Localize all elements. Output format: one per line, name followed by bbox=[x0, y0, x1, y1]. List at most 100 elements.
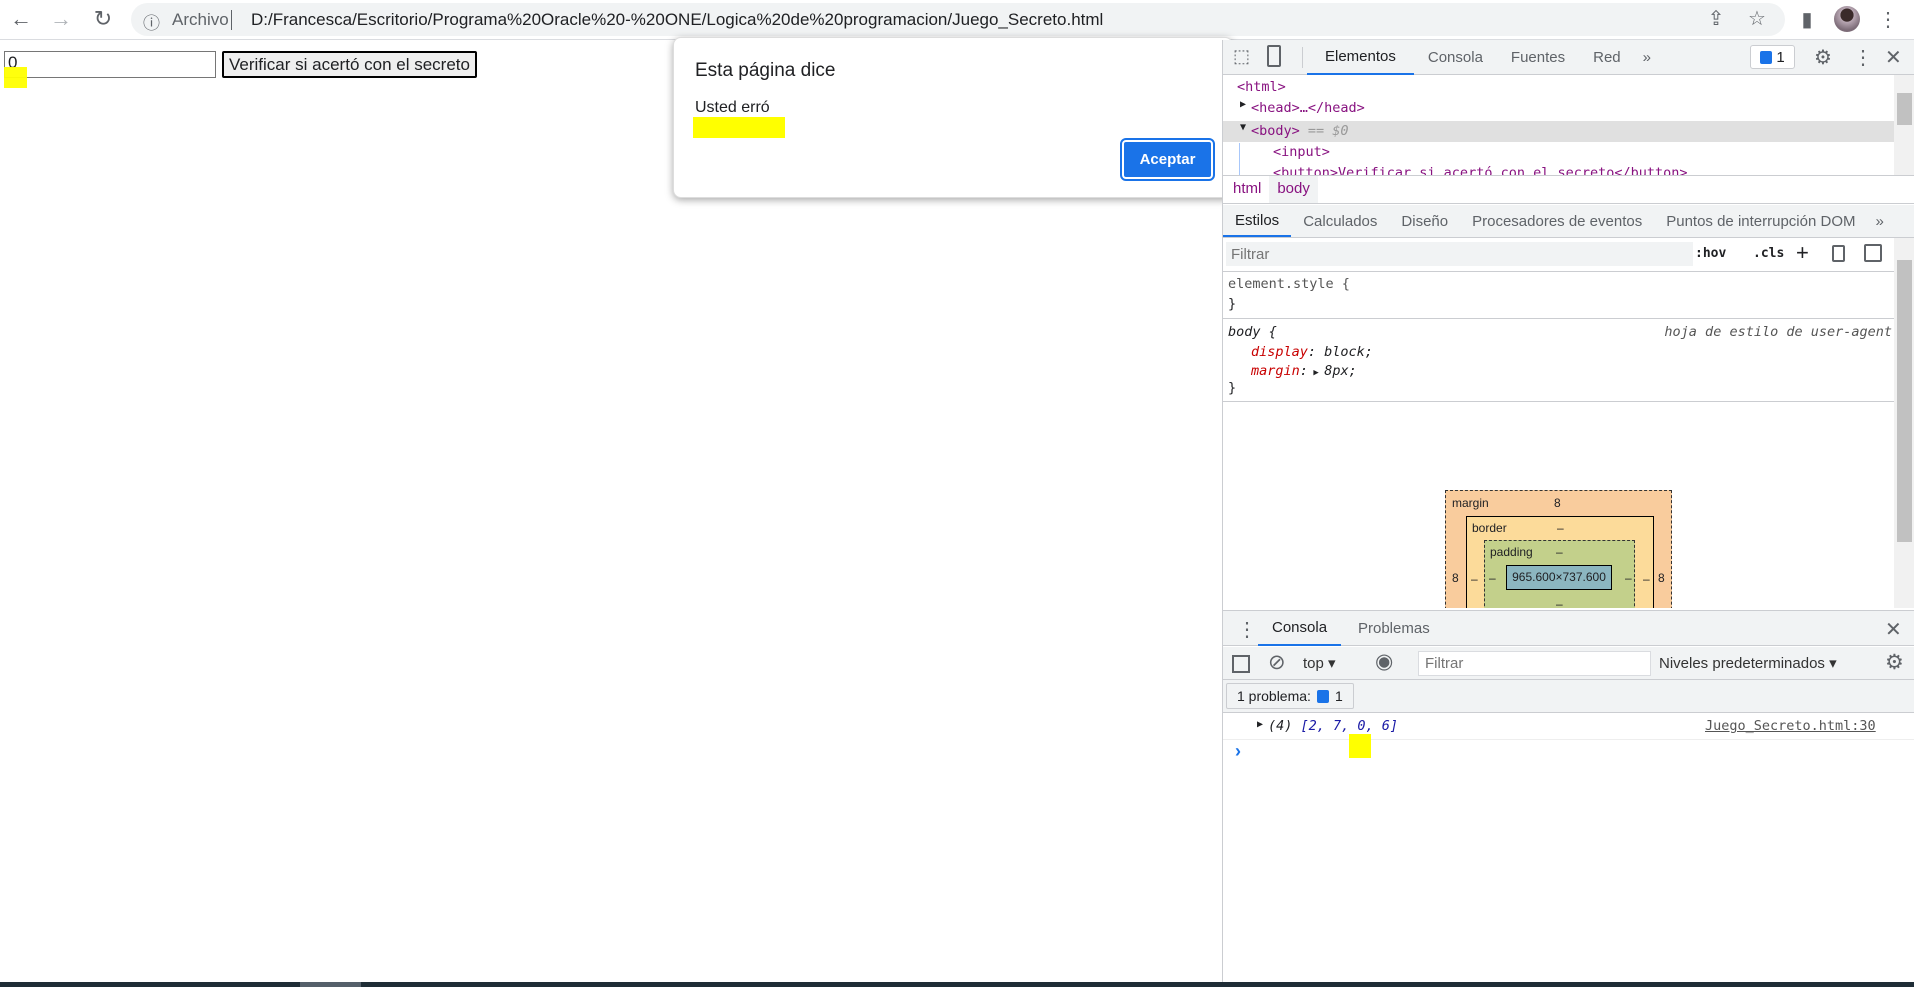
console-log-row: ▶ (4) [2, 7, 0, 6] Juego_Secreto.html:30 bbox=[1223, 714, 1914, 740]
close-drawer-icon[interactable]: ✕ bbox=[1885, 617, 1902, 642]
padding-bottom-value[interactable]: – bbox=[1556, 597, 1563, 608]
dom-node-input[interactable]: <input> bbox=[1273, 144, 1330, 160]
console-sidebar-icon[interactable] bbox=[1232, 655, 1250, 673]
styles-scrollbar[interactable] bbox=[1894, 238, 1914, 608]
cls-button[interactable]: .cls bbox=[1753, 246, 1784, 261]
log-levels-dropdown[interactable]: Niveles predeterminados ▾ bbox=[1659, 654, 1837, 672]
menu-icon[interactable]: ⋮ bbox=[1874, 6, 1902, 34]
security-label: Archivo bbox=[172, 10, 229, 29]
paint-icon[interactable] bbox=[1832, 245, 1845, 262]
border-left-value[interactable]: – bbox=[1471, 572, 1478, 586]
element-style-rule[interactable]: element.style { bbox=[1228, 276, 1350, 292]
collapse-triangle-icon[interactable]: ▼ bbox=[1240, 122, 1246, 133]
display-declaration[interactable]: display: block; bbox=[1251, 344, 1373, 360]
taskbar-strip bbox=[0, 982, 1914, 987]
settings-gear-icon[interactable]: ⚙ bbox=[1814, 45, 1832, 70]
browser-toolbar: ← → ↻ ⓘ Archivo D:/Francesca/Escritorio/… bbox=[0, 0, 1914, 40]
border-label: border bbox=[1472, 521, 1507, 535]
issues-count: 1 bbox=[1776, 48, 1785, 66]
verify-button[interactable]: Verificar si acertó con el secreto bbox=[222, 51, 477, 78]
margin-right-value[interactable]: 8 bbox=[1658, 571, 1665, 585]
box-model-margin[interactable]: margin 8 8 8 8 border – – – – padding – … bbox=[1445, 490, 1672, 608]
live-expression-eye-icon[interactable]: ◉ bbox=[1375, 649, 1393, 674]
tab-diseno[interactable]: Diseño bbox=[1389, 205, 1460, 237]
drawer-tab-problemas[interactable]: Problemas bbox=[1346, 611, 1442, 646]
more-tabs-button[interactable]: » bbox=[1635, 40, 1659, 75]
padding-left-value[interactable]: – bbox=[1489, 571, 1496, 585]
hov-button[interactable]: :hov bbox=[1695, 246, 1726, 261]
back-button[interactable]: ← bbox=[6, 6, 36, 32]
avatar[interactable] bbox=[1834, 6, 1860, 32]
log-array[interactable]: (4) [2, 7, 0, 6] bbox=[1268, 718, 1398, 734]
expand-triangle-icon[interactable]: ▶ bbox=[1240, 99, 1246, 110]
star-icon[interactable]: ☆ bbox=[1743, 5, 1771, 33]
box-model-padding[interactable]: padding – – – – 965.600×737.600 bbox=[1484, 540, 1635, 608]
expand-triangle-icon[interactable]: ▶ bbox=[1257, 719, 1263, 730]
tab-elementos[interactable]: Elementos bbox=[1307, 40, 1414, 75]
share-icon[interactable]: ⇪ bbox=[1702, 5, 1730, 33]
dom-node-head[interactable]: <head>…</head> bbox=[1251, 100, 1365, 116]
margin-top-value[interactable]: 8 bbox=[1554, 496, 1561, 510]
url-text[interactable]: D:/Francesca/Escritorio/Programa%20Oracl… bbox=[251, 10, 1103, 30]
margin-left-value[interactable]: 8 bbox=[1452, 571, 1459, 585]
dom-node-body[interactable]: <body> == $0 bbox=[1251, 123, 1349, 139]
accept-button[interactable]: Aceptar bbox=[1120, 138, 1215, 181]
tab-procesadores[interactable]: Procesadores de eventos bbox=[1460, 205, 1654, 237]
dom-tree: <html> ▶ <head>…</head> ▼ <body> == $0 <… bbox=[1223, 75, 1894, 175]
close-devtools-icon[interactable]: ✕ bbox=[1885, 45, 1902, 70]
forward-button[interactable]: → bbox=[46, 6, 76, 32]
message-icon bbox=[1760, 50, 1773, 64]
padding-right-value[interactable]: – bbox=[1625, 571, 1632, 585]
dom-scrollbar[interactable] bbox=[1894, 75, 1914, 175]
margin-declaration[interactable]: margin: ▶ 8px; bbox=[1251, 363, 1357, 379]
rule-origin: hoja de estilo de user-agent bbox=[1664, 324, 1892, 340]
tab-red[interactable]: Red bbox=[1579, 40, 1635, 75]
reload-button[interactable]: ↻ bbox=[88, 6, 118, 32]
log-source-link[interactable]: Juego_Secreto.html:30 bbox=[1705, 718, 1876, 734]
number-input[interactable]: 0 bbox=[4, 51, 216, 78]
tab-fuentes[interactable]: Fuentes bbox=[1497, 40, 1579, 75]
styles-tabbar: Estilos Calculados Diseño Procesadores d… bbox=[1223, 205, 1914, 238]
console-filter-input[interactable] bbox=[1418, 651, 1651, 676]
highlight-mark bbox=[693, 117, 785, 138]
box-model-border[interactable]: border – – – – padding – – – – 965.600×7… bbox=[1466, 516, 1654, 608]
new-rule-icon[interactable]: + bbox=[1796, 240, 1809, 266]
drawer-menu-icon[interactable]: ⋮ bbox=[1237, 617, 1257, 642]
more-tabs-button[interactable]: » bbox=[1867, 205, 1891, 237]
clear-console-icon[interactable]: ⊘ bbox=[1268, 650, 1286, 675]
problems-row: 1 problema: 1 bbox=[1223, 680, 1914, 713]
console-prompt[interactable]: › bbox=[1235, 741, 1241, 762]
device-toolbar-icon[interactable] bbox=[1267, 45, 1281, 67]
address-bar[interactable]: ⓘ Archivo D:/Francesca/Escritorio/Progra… bbox=[131, 3, 1785, 36]
more-options-icon[interactable]: ⋮ bbox=[1853, 45, 1873, 70]
drawer-tab-consola[interactable]: Consola bbox=[1258, 611, 1342, 646]
body-selector[interactable]: body { bbox=[1228, 324, 1277, 340]
margin-label: margin bbox=[1452, 496, 1489, 510]
tab-estilos[interactable]: Estilos bbox=[1223, 205, 1292, 237]
devtools-panel: ⬚ Elementos Consola Fuentes Red » 1 ⚙ ⋮ … bbox=[1222, 40, 1914, 982]
highlight-mark bbox=[4, 67, 27, 88]
problems-button[interactable]: 1 problema: 1 bbox=[1226, 683, 1354, 709]
info-icon[interactable]: ⓘ bbox=[143, 9, 160, 34]
border-top-value[interactable]: – bbox=[1557, 521, 1564, 535]
breadcrumb-html[interactable]: html bbox=[1223, 176, 1269, 203]
padding-top-value[interactable]: – bbox=[1556, 545, 1563, 559]
tab-calculados[interactable]: Calculados bbox=[1291, 205, 1389, 237]
message-icon bbox=[1316, 689, 1329, 703]
border-right-value[interactable]: – bbox=[1643, 572, 1650, 586]
toggle-sidebar-icon[interactable] bbox=[1864, 244, 1882, 262]
side-panel-icon[interactable]: ▮ bbox=[1793, 6, 1821, 34]
console-settings-gear-icon[interactable]: ⚙ bbox=[1885, 650, 1904, 675]
dialog-title: Esta página dice bbox=[695, 60, 836, 81]
styles-filter-input[interactable] bbox=[1226, 242, 1693, 266]
dom-node-button[interactable]: <button>Verificar si acertó con el secre… bbox=[1273, 165, 1688, 175]
context-selector[interactable]: top ▾ bbox=[1303, 654, 1336, 672]
box-model-content[interactable]: 965.600×737.600 bbox=[1506, 565, 1612, 590]
issues-badge[interactable]: 1 bbox=[1750, 45, 1795, 69]
inspect-icon[interactable]: ⬚ bbox=[1233, 46, 1250, 67]
tab-puntos-interrupcion[interactable]: Puntos de interrupción DOM bbox=[1654, 205, 1867, 237]
divider bbox=[1223, 401, 1894, 402]
tab-consola[interactable]: Consola bbox=[1414, 40, 1497, 75]
dom-node-html[interactable]: <html> bbox=[1237, 79, 1286, 95]
breadcrumb-body[interactable]: body bbox=[1269, 176, 1318, 203]
